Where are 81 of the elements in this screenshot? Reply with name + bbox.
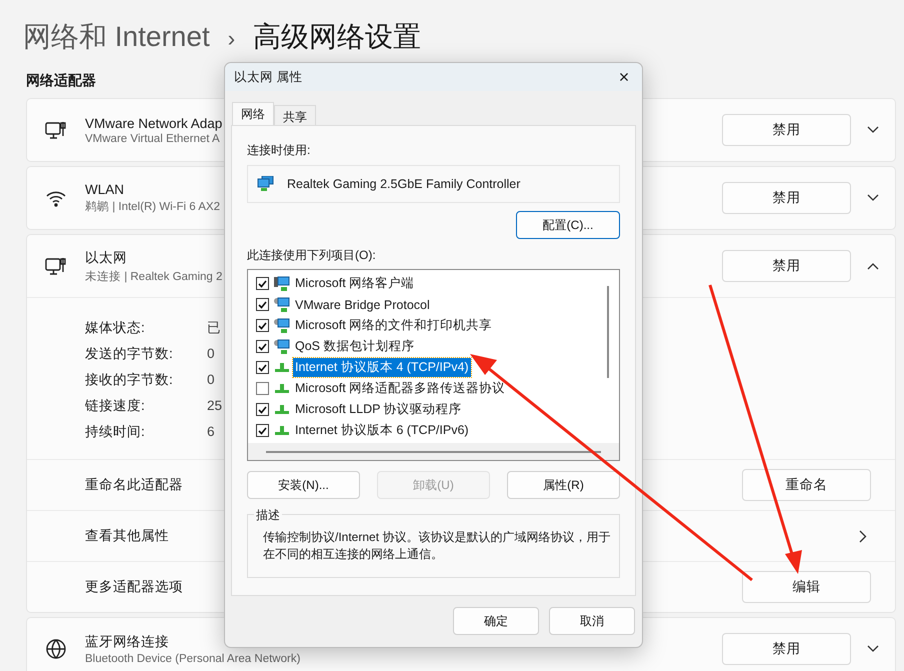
checkbox[interactable]	[256, 340, 269, 353]
chevron-right-icon[interactable]	[859, 530, 867, 542]
list-item[interactable]: Microsoft 网络适配器多路传送器协议	[293, 379, 508, 398]
tab[interactable]: 网络	[232, 102, 274, 125]
action-button[interactable]: 安装(N)...	[247, 471, 360, 499]
list-item[interactable]: Microsoft LLDP 协议驱动程序	[293, 400, 464, 419]
detail-value: 0	[207, 372, 215, 387]
chevron-down-icon[interactable]	[867, 126, 879, 134]
configure-button[interactable]: 配置(C)...	[516, 211, 620, 239]
detail-value: 6	[207, 424, 215, 439]
network-icon	[274, 384, 290, 394]
group-title: 描述	[254, 507, 282, 524]
chevron-down-icon[interactable]	[867, 194, 879, 202]
adapter-description: Bluetooth Device (Personal Area Network)	[85, 653, 300, 665]
detail-value: 已	[207, 318, 221, 336]
dialog-title: 以太网 属性	[234, 68, 302, 86]
checkbox[interactable]	[256, 319, 269, 332]
ok-button[interactable]: 确定	[453, 607, 539, 635]
page-title: 高级网络设置	[253, 20, 422, 54]
list-item[interactable]: Internet 协议版本 4 (TCP/IPv4)	[293, 358, 471, 377]
monitor-plug-icon	[45, 255, 67, 277]
connect-using-label: 连接时使用:	[247, 142, 312, 159]
disable-button[interactable]: 禁用	[722, 633, 851, 665]
computer-gear-icon	[274, 338, 290, 354]
computer-gear-icon	[274, 296, 290, 312]
network-icon	[274, 362, 290, 372]
wifi-icon	[45, 189, 67, 207]
computer-gear-icon	[274, 318, 290, 334]
close-button[interactable]: ×	[614, 66, 634, 88]
scrollbar[interactable]	[607, 286, 609, 378]
option-label: 重命名此适配器	[85, 476, 183, 494]
breadcrumb-separator: ›	[226, 26, 236, 52]
network-icon	[274, 404, 290, 414]
checkbox[interactable]	[256, 298, 269, 311]
adapter-name: 以太网	[85, 248, 127, 266]
adapter-name: WLAN	[85, 182, 124, 197]
network-computers-icon	[257, 176, 275, 192]
detail-label: 发送的字节数:	[85, 344, 174, 362]
option-label: 查看其他属性	[85, 527, 169, 545]
detail-value: 0	[207, 346, 215, 361]
chevron-up-icon[interactable]	[867, 262, 879, 270]
option-button[interactable]: 重命名	[742, 469, 871, 501]
list-item[interactable]: Internet 协议版本 6 (TCP/IPv6)	[293, 421, 471, 440]
list-item[interactable]: QoS 数据包计划程序	[293, 337, 416, 356]
action-button[interactable]: 属性(R)	[507, 471, 620, 499]
checkbox[interactable]	[256, 403, 269, 416]
option-button[interactable]: 编辑	[742, 571, 871, 603]
checkbox[interactable]	[256, 382, 269, 395]
adapter-name-text: Realtek Gaming 2.5GbE Family Controller	[287, 177, 520, 191]
tab[interactable]: 共享	[274, 105, 316, 125]
breadcrumb-link[interactable]: 网络和 Internet	[23, 18, 210, 56]
computer-icon	[274, 276, 290, 292]
checkbox[interactable]	[256, 361, 269, 374]
checkbox[interactable]	[256, 277, 269, 290]
chevron-down-icon[interactable]	[867, 645, 879, 653]
adapter-description: 未连接 | Realtek Gaming 2	[85, 270, 222, 284]
disable-button[interactable]: 禁用	[722, 250, 851, 282]
detail-label: 接收的字节数:	[85, 370, 174, 388]
adapter-description: VMware Virtual Ethernet A	[85, 132, 220, 144]
detail-label: 链接速度:	[85, 396, 146, 414]
list-item[interactable]: Microsoft 网络客户端	[293, 274, 416, 293]
network-icon	[274, 426, 290, 436]
list-item[interactable]: Microsoft 网络的文件和打印机共享	[293, 316, 494, 335]
checkbox[interactable]	[256, 424, 269, 437]
items-label: 此连接使用下列项目(O):	[247, 247, 377, 264]
section-title: 网络适配器	[26, 72, 96, 90]
disable-button[interactable]: 禁用	[722, 182, 851, 214]
monitor-plug-icon	[45, 119, 67, 141]
globe-icon	[45, 638, 67, 660]
option-label: 更多适配器选项	[85, 578, 183, 596]
detail-label: 持续时间:	[85, 422, 146, 440]
adapter-description: 鹈鹕 | Intel(R) Wi-Fi 6 AX2	[85, 200, 220, 214]
description-text: 传输控制协议/Internet 协议。该协议是默认的广域网络协议，用于在不同的相互连接的网络上通信。	[263, 529, 611, 563]
disable-button[interactable]: 禁用	[722, 114, 851, 146]
adapter-name: VMware Network Adap	[85, 116, 222, 130]
detail-label: 媒体状态:	[85, 318, 146, 336]
detail-value: 25	[207, 398, 222, 413]
scrollbar[interactable]	[248, 443, 619, 460]
cancel-button[interactable]: 取消	[549, 607, 635, 635]
adapter-name: 蓝牙网络连接	[85, 633, 169, 651]
list-item[interactable]: VMware Bridge Protocol	[293, 296, 432, 312]
